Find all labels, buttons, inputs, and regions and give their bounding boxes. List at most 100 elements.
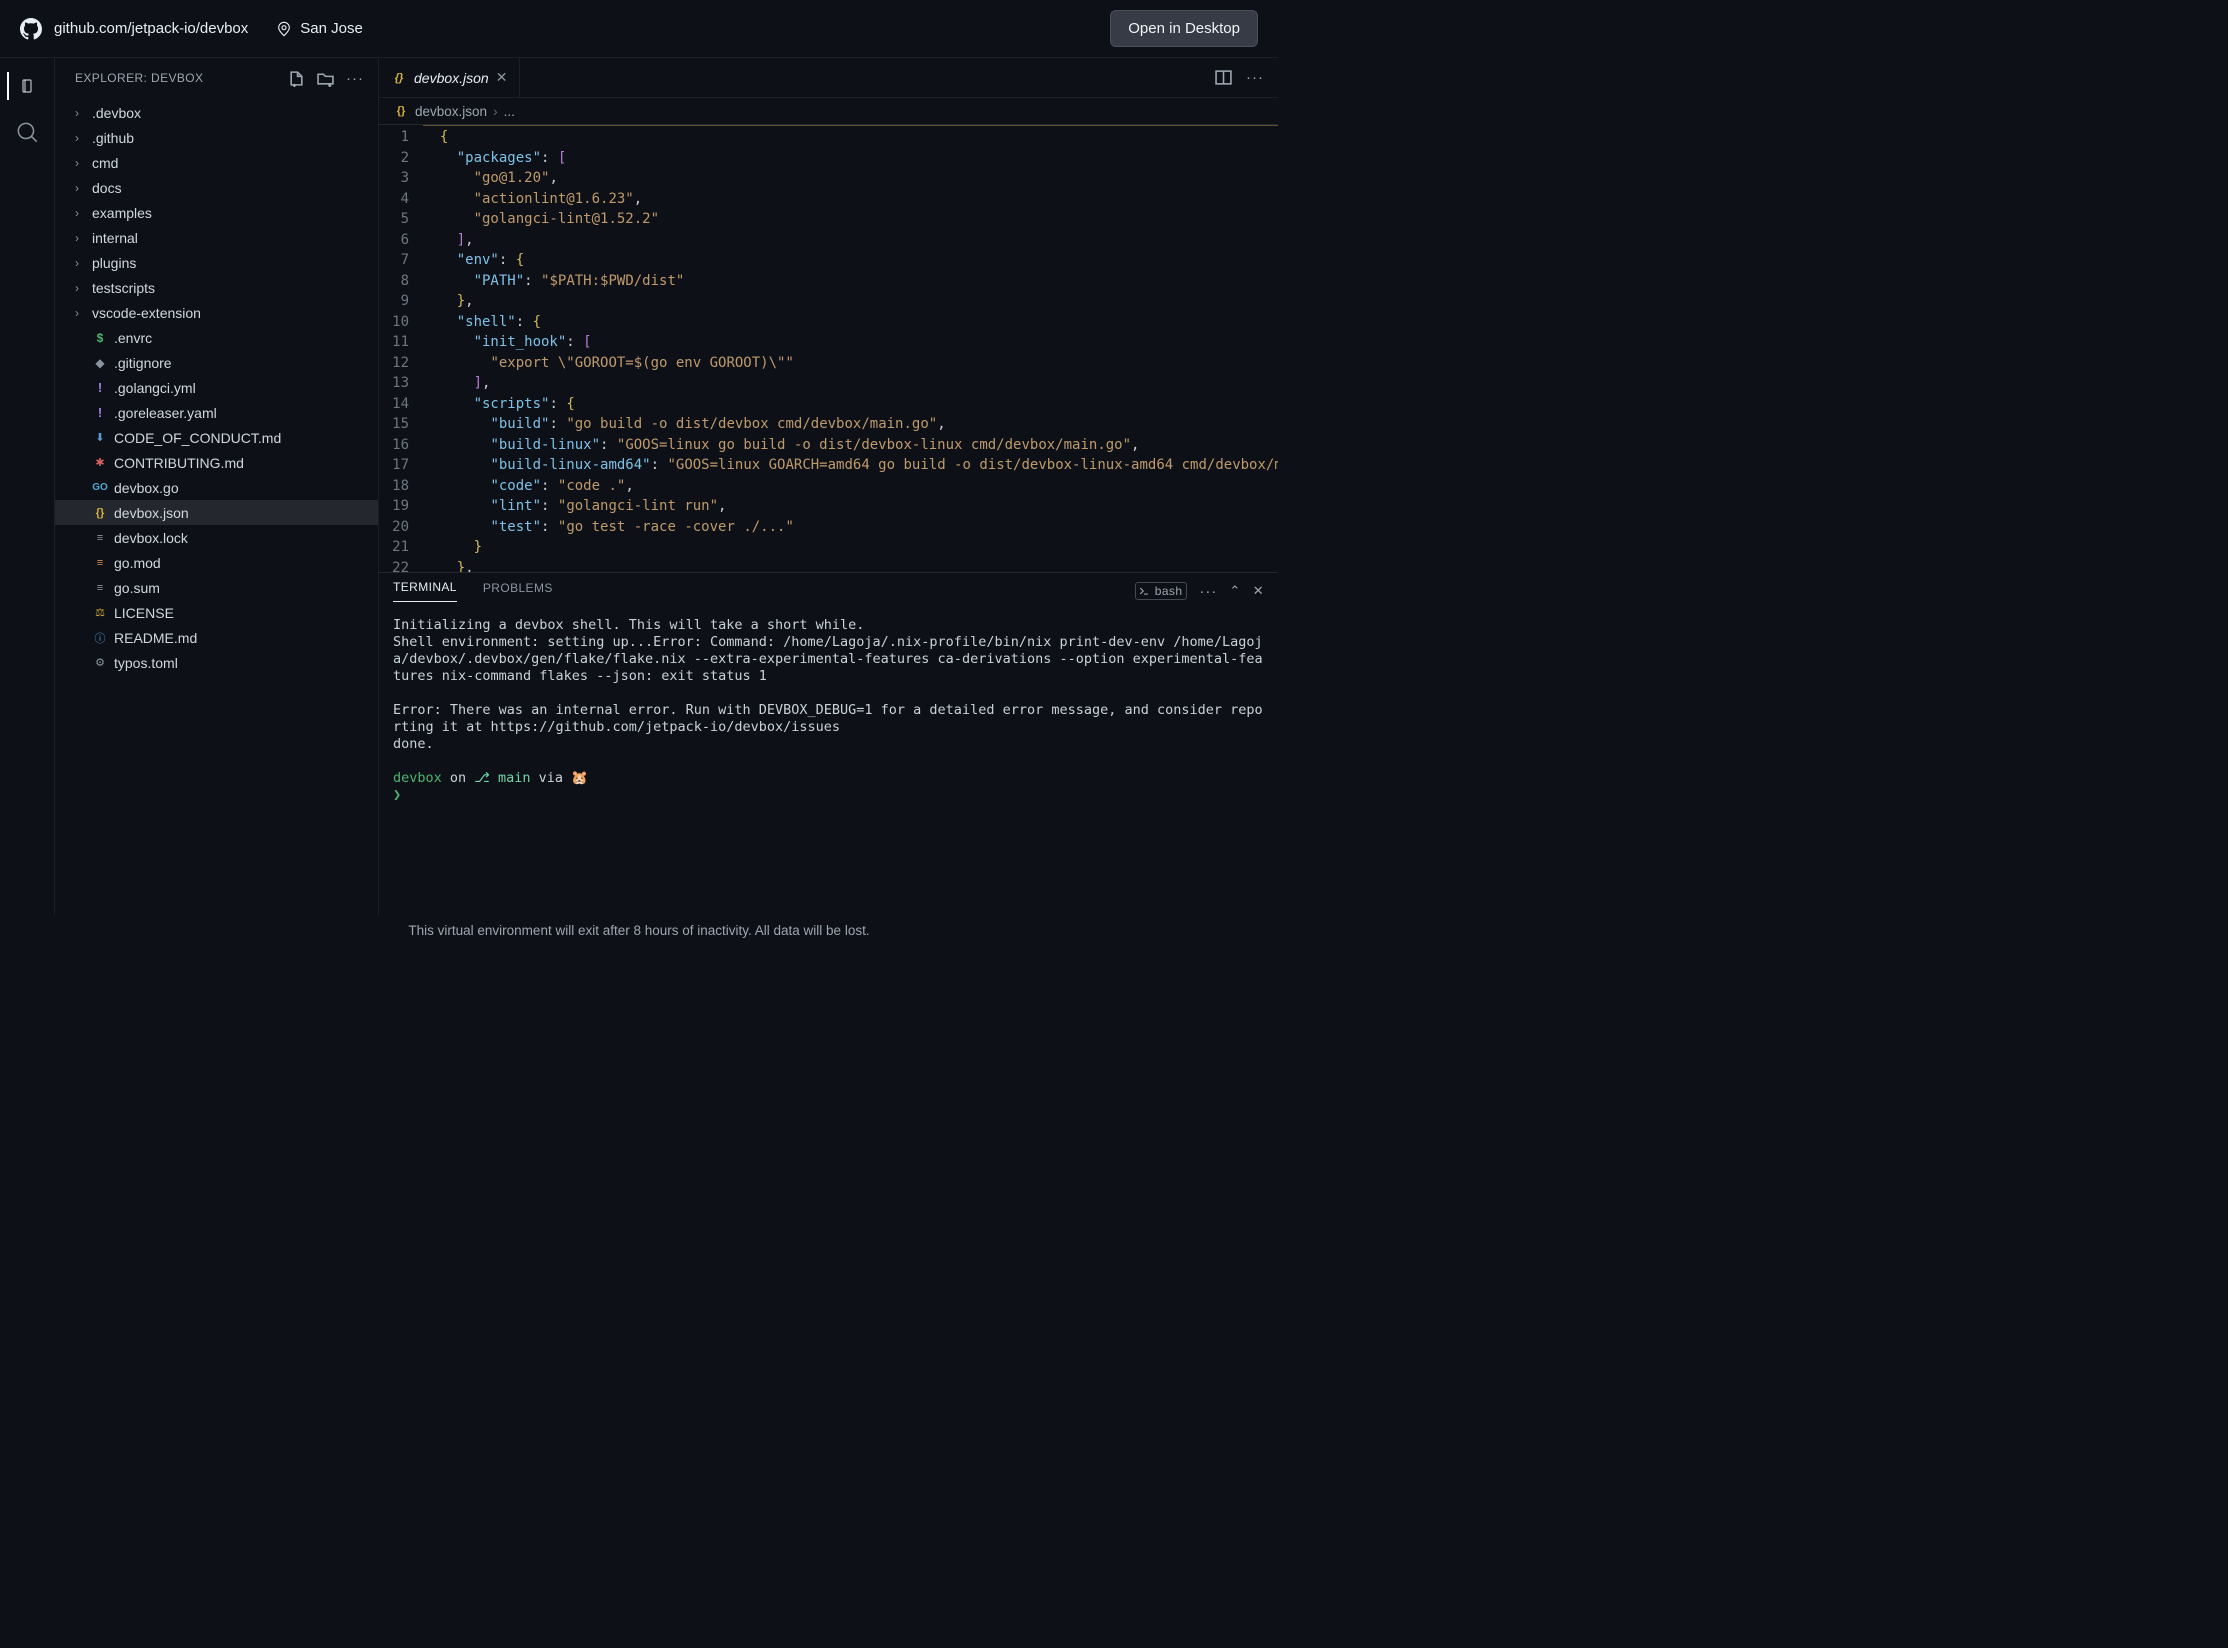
terminal-tabs: TERMINAL PROBLEMS bash ··· ⌃ ✕ [379,573,1278,609]
file-name: typos.toml [114,655,178,671]
file-type-icon: ⓘ [92,630,108,646]
file-tree-item[interactable]: ⬇ CODE_OF_CONDUCT.md [55,425,378,450]
json-icon: {} [391,72,407,84]
tab-devbox-json[interactable]: {} devbox.json ✕ [379,58,520,97]
chevron-icon: › [75,106,86,120]
sidebar-title: EXPLORER: DEVBOX [75,71,203,85]
close-tab-icon[interactable]: ✕ [496,69,508,86]
file-name: .devbox [92,105,141,121]
file-name: go.mod [114,555,161,571]
footer-message: This virtual environment will exit after… [0,915,1278,945]
file-type-icon: ✱ [92,456,108,469]
terminal-tab[interactable]: TERMINAL [393,580,457,602]
terminal-close-icon[interactable]: ✕ [1253,583,1264,599]
file-name: .golangci.yml [114,380,196,396]
file-name: go.sum [114,580,160,596]
file-name: LICENSE [114,605,174,621]
file-name: .goreleaser.yaml [114,405,217,421]
file-name: vscode-extension [92,305,201,321]
terminal-more-icon[interactable]: ··· [1199,583,1217,600]
file-name: devbox.go [114,480,179,496]
file-type-icon: GO [92,482,108,493]
file-name: examples [92,205,152,221]
editor-more-icon[interactable]: ··· [1246,69,1264,86]
file-type-icon: ◆ [92,356,108,370]
file-tree-item[interactable]: ⚙ typos.toml [55,650,378,675]
file-type-icon: ⬇ [92,431,108,444]
terminal-chevron-up-icon[interactable]: ⌃ [1229,583,1240,599]
chevron-icon: › [75,231,86,245]
terminal-body[interactable]: Initializing a devbox shell. This will t… [379,609,1278,915]
terminal-pane: TERMINAL PROBLEMS bash ··· ⌃ ✕ Initializ… [379,572,1278,915]
file-tree-item[interactable]: ⓘREADME.md [55,625,378,650]
file-type-icon: $ [92,331,108,345]
file-tree-item[interactable]: › .devbox [55,100,378,125]
explorer-activity-icon[interactable] [7,72,35,100]
file-tree-item[interactable]: ⚖ LICENSE [55,600,378,625]
file-name: CONTRIBUTING.md [114,455,244,471]
file-tree-item[interactable]: $.envrc [55,325,378,350]
chevron-icon: › [75,206,86,220]
file-tree-item[interactable]: ≡ go.sum [55,575,378,600]
file-tree-item[interactable]: › cmd [55,150,378,175]
search-activity-icon[interactable] [13,118,41,146]
file-tree-item[interactable]: ✱ CONTRIBUTING.md [55,450,378,475]
file-tree-item[interactable]: › plugins [55,250,378,275]
file-name: cmd [92,155,118,171]
file-type-icon: ≡ [92,532,108,544]
file-tree-item[interactable]: {}devbox.json [55,500,378,525]
file-type-icon: ≡ [92,557,108,569]
chevron-icon: › [75,281,86,295]
file-tree-item[interactable]: › testscripts [55,275,378,300]
sidebar-more-icon[interactable]: ··· [346,70,364,87]
problems-tab[interactable]: PROBLEMS [483,581,553,602]
file-tree-item[interactable]: GO devbox.go [55,475,378,500]
file-tree-item[interactable]: ›docs [55,175,378,200]
file-tree-item[interactable]: ◆ .gitignore [55,350,378,375]
location-text: San Jose [300,20,363,37]
file-tree-item[interactable]: › internal [55,225,378,250]
file-type-icon: ≡ [92,582,108,594]
file-tree-item[interactable]: ≡ go.mod [55,550,378,575]
file-name: CODE_OF_CONDUCT.md [114,430,281,446]
file-tree-item[interactable]: !.goreleaser.yaml [55,400,378,425]
new-file-icon[interactable] [288,70,305,87]
file-name: plugins [92,255,136,271]
code-area[interactable]: 1234567891011121314151617181920212223 { … [379,124,1278,572]
file-type-icon: ! [92,380,108,395]
terminal-shell-selector[interactable]: bash [1135,582,1188,600]
open-in-desktop-button[interactable]: Open in Desktop [1110,10,1258,47]
file-type-icon: ⚖ [92,606,108,619]
top-bar: github.com/jetpack-io/devbox San Jose Op… [0,0,1278,58]
chevron-icon: › [75,131,86,145]
file-name: devbox.json [114,505,189,521]
breadcrumb[interactable]: {} devbox.json › ... [379,98,1278,124]
json-icon: {} [393,105,409,117]
file-name: testscripts [92,280,155,296]
file-tree: ›.devbox›.github›cmd›docs›examples›inter… [55,98,378,915]
line-gutter: 1234567891011121314151617181920212223 [379,125,423,572]
file-name: internal [92,230,138,246]
file-name: .github [92,130,134,146]
chevron-icon: › [75,256,86,270]
file-name: devbox.lock [114,530,188,546]
location-icon [276,21,292,37]
file-tree-item[interactable]: › examples [55,200,378,225]
chevron-icon: › [75,181,86,195]
tabs-bar: {} devbox.json ✕ ··· [379,58,1278,98]
code-content[interactable]: { "packages": [ "go@1.20", "actionlint@1… [423,125,1278,572]
location[interactable]: San Jose [276,20,363,37]
new-folder-icon[interactable] [317,70,334,87]
sidebar-header: EXPLORER: DEVBOX ··· [55,58,378,98]
breadcrumb-file: devbox.json [415,104,487,119]
file-type-icon: ⚙ [92,656,108,669]
file-tree-item[interactable]: › .github [55,125,378,150]
chevron-icon: › [75,156,86,170]
repo-url[interactable]: github.com/jetpack-io/devbox [54,20,248,37]
file-name: .gitignore [114,355,172,371]
breadcrumb-separator: › [493,104,498,119]
file-tree-item[interactable]: ›vscode-extension [55,300,378,325]
file-tree-item[interactable]: ≡ devbox.lock [55,525,378,550]
file-tree-item[interactable]: ! .golangci.yml [55,375,378,400]
split-editor-icon[interactable] [1215,69,1232,86]
